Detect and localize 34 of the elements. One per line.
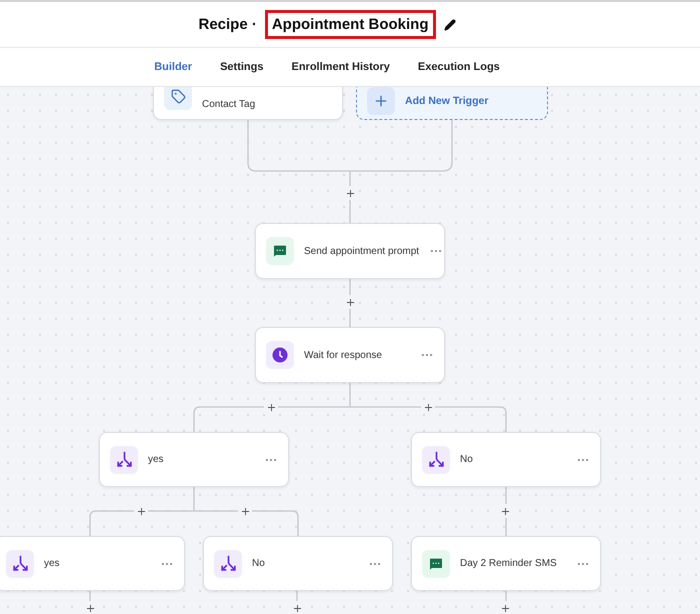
node-label: Add New Trigger bbox=[405, 94, 490, 106]
workflow-node[interactable]: Wait for response bbox=[255, 327, 445, 383]
workflow-node[interactable]: Send appointment prompt bbox=[255, 223, 445, 279]
workflow-node[interactable]: yes bbox=[99, 432, 289, 487]
message-icon bbox=[266, 237, 294, 265]
workflow-node[interactable]: yes bbox=[0, 536, 185, 591]
plus-icon bbox=[367, 87, 395, 114]
split-icon bbox=[6, 550, 34, 578]
node-label: yes bbox=[44, 558, 61, 569]
workflow-node[interactable]: No bbox=[411, 432, 601, 487]
message-icon bbox=[422, 550, 450, 578]
split-icon bbox=[110, 446, 138, 474]
tab[interactable]: Enrollment History bbox=[292, 61, 390, 73]
node-label: yes bbox=[148, 454, 165, 465]
split-icon bbox=[214, 550, 242, 578]
tab[interactable]: Settings bbox=[220, 61, 264, 73]
node-label: Contact Tag bbox=[202, 99, 256, 110]
node-label: No bbox=[252, 558, 266, 569]
workflow-node[interactable]: Day 2 Reminder SMS bbox=[411, 536, 601, 591]
add-trigger-button[interactable]: Add New Trigger bbox=[356, 87, 548, 120]
tag-icon bbox=[164, 87, 192, 110]
node-label: Send appointment prompt bbox=[304, 246, 420, 256]
title-prefix: Recipe · bbox=[198, 16, 257, 33]
workflow-node[interactable]: Contact Tag bbox=[153, 87, 343, 120]
tab[interactable]: Execution Logs bbox=[418, 61, 500, 73]
tab[interactable]: Builder bbox=[154, 61, 192, 73]
split-icon bbox=[422, 446, 450, 474]
node-label: Day 2 Reminder SMS bbox=[460, 558, 558, 569]
node-label: No bbox=[460, 454, 474, 465]
workflow-node[interactable]: No bbox=[203, 536, 393, 591]
clock-icon bbox=[272, 347, 288, 363]
node-label: Wait for response bbox=[304, 350, 383, 360]
edit-icon[interactable] bbox=[444, 18, 456, 30]
workflow-title: Appointment Booking bbox=[264, 10, 436, 39]
